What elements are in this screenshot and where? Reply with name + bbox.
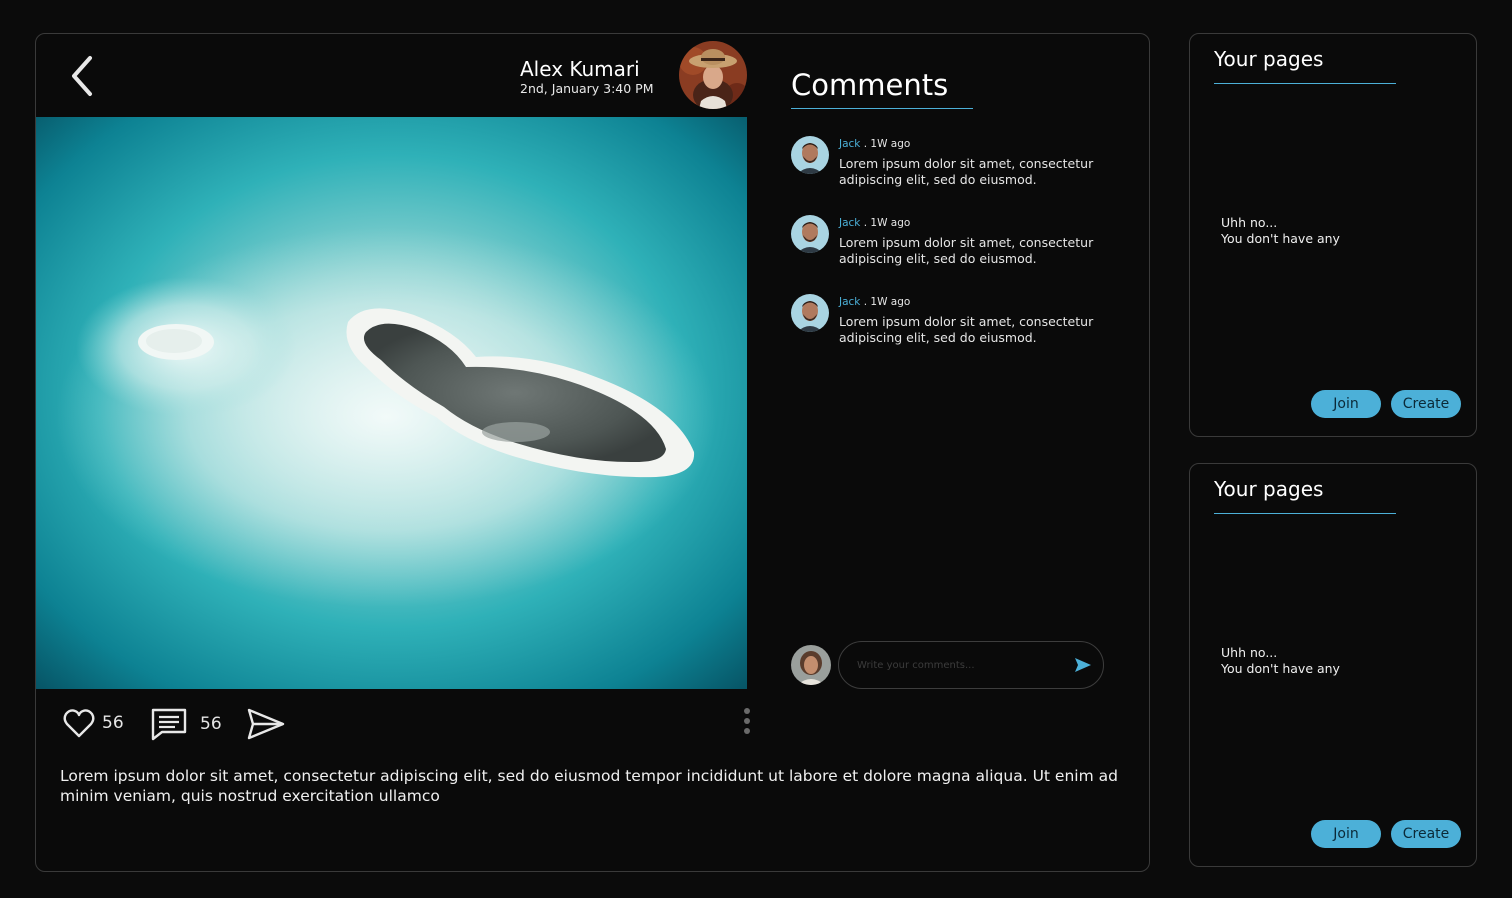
- panel-title-underline: [1214, 513, 1396, 514]
- post-date: 2nd, January 3:40 PM: [520, 81, 654, 96]
- comment-meta: Jack . 1W ago: [839, 138, 910, 150]
- empty-state-line1: Uhh no...: [1221, 645, 1278, 660]
- commenter-avatar[interactable]: [791, 215, 829, 253]
- back-arrow-icon[interactable]: [66, 54, 100, 98]
- create-button[interactable]: Create: [1391, 820, 1461, 848]
- comment-action[interactable]: 56: [150, 706, 222, 742]
- comment-input[interactable]: [855, 654, 1059, 676]
- share-icon[interactable]: [247, 708, 285, 740]
- comment-author[interactable]: Jack: [839, 217, 860, 229]
- comment-time: . 1W ago: [860, 138, 911, 150]
- comment-input-box: [838, 641, 1104, 689]
- post-image[interactable]: [36, 117, 747, 689]
- your-pages-panel: Your pages Uhh no... You don't have any …: [1189, 33, 1477, 437]
- join-button[interactable]: Join: [1311, 390, 1381, 418]
- comment-time: . 1W ago: [860, 296, 911, 308]
- comment-count: 56: [200, 714, 222, 734]
- panel-title: Your pages: [1214, 47, 1324, 71]
- empty-state-line2: You don't have any: [1221, 231, 1340, 246]
- current-user-avatar[interactable]: [791, 645, 831, 685]
- comment-meta: Jack . 1W ago: [839, 217, 910, 229]
- post-panel: Alex Kumari 2nd, January 3:40 PM 56 56 L…: [35, 33, 1150, 872]
- like-action[interactable]: 56: [62, 706, 124, 740]
- share-action[interactable]: [247, 708, 285, 740]
- create-button[interactable]: Create: [1391, 390, 1461, 418]
- comment-text: Lorem ipsum dolor sit amet, consectetur …: [839, 314, 1094, 345]
- empty-state-text: Uhh no... You don't have any: [1221, 215, 1340, 247]
- author-avatar[interactable]: [679, 41, 747, 109]
- post-caption: Lorem ipsum dolor sit amet, consectetur …: [60, 767, 1118, 805]
- comment-text: Lorem ipsum dolor sit amet, consectetur …: [839, 156, 1094, 187]
- comment-author[interactable]: Jack: [839, 296, 860, 308]
- join-button[interactable]: Join: [1311, 820, 1381, 848]
- your-pages-panel: Your pages Uhh no... You don't have any …: [1189, 463, 1477, 867]
- comment-meta: Jack . 1W ago: [839, 296, 910, 308]
- like-count: 56: [102, 713, 124, 733]
- more-vertical-icon[interactable]: [740, 706, 754, 736]
- panel-title: Your pages: [1214, 477, 1324, 501]
- heart-icon[interactable]: [62, 706, 96, 740]
- commenter-avatar[interactable]: [791, 136, 829, 174]
- empty-state-line1: Uhh no...: [1221, 215, 1278, 230]
- send-icon[interactable]: [1073, 655, 1093, 675]
- comments-underline: [791, 108, 973, 109]
- comments-title: Comments: [791, 68, 949, 102]
- empty-state-text: Uhh no... You don't have any: [1221, 645, 1340, 677]
- commenter-avatar[interactable]: [791, 294, 829, 332]
- comment-time: . 1W ago: [860, 217, 911, 229]
- panel-title-underline: [1214, 83, 1396, 84]
- author-name[interactable]: Alex Kumari: [520, 57, 640, 81]
- comment-icon[interactable]: [150, 706, 188, 742]
- empty-state-line2: You don't have any: [1221, 661, 1340, 676]
- comment-text: Lorem ipsum dolor sit amet, consectetur …: [839, 235, 1094, 266]
- comment-author[interactable]: Jack: [839, 138, 860, 150]
